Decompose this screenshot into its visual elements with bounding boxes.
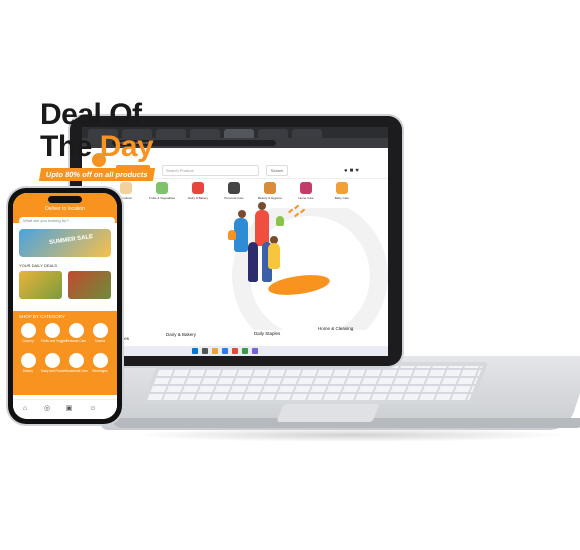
- phone-category-item[interactable]: Personal Care: [65, 323, 87, 343]
- decorative-dashes: [288, 204, 308, 220]
- laptop-trackpad: [276, 404, 380, 422]
- explore-icon[interactable]: ◎: [43, 405, 51, 413]
- browser-tab[interactable]: [156, 129, 186, 138]
- headline-deal-of: Deal Of: [40, 98, 142, 131]
- section-label[interactable]: Dairy & Bakery: [166, 332, 196, 337]
- phone-category-title: SHOP BY CATEGORY: [19, 314, 65, 319]
- laptop-keyboard: [141, 362, 489, 404]
- phone-deals-label: YOUR DAILY DEALS: [19, 263, 58, 268]
- cart-icon[interactable]: ▣: [65, 405, 73, 413]
- profile-icon[interactable]: ☺: [89, 405, 97, 413]
- deal-image[interactable]: [68, 271, 111, 299]
- taskbar-app-icon[interactable]: [222, 348, 228, 354]
- offer-badge[interactable]: Upto 80% off on all products: [38, 168, 155, 181]
- site-search-button[interactable]: Search: [266, 165, 288, 176]
- section-labels: Fruits & Vegetables Dairy & Bakery Daily…: [82, 326, 388, 346]
- phone-search-input[interactable]: What are you looking for?: [19, 217, 115, 225]
- deal-image[interactable]: [19, 271, 62, 299]
- site-search-input[interactable]: Search Product: [162, 165, 259, 176]
- section-label[interactable]: Daily Staples: [254, 331, 280, 336]
- header-icons: ●■♥: [344, 168, 374, 174]
- browser-tab[interactable]: [258, 129, 288, 138]
- category-item[interactable]: Home Care: [292, 182, 320, 200]
- taskbar-app-icon[interactable]: [202, 348, 208, 354]
- phone-screen: Deliver to location What are you looking…: [13, 193, 117, 419]
- phone-category-item[interactable]: Beverages: [89, 353, 111, 373]
- section-label[interactable]: Home & Cleaning: [318, 326, 353, 331]
- phone-category-item[interactable]: Snacks: [89, 323, 111, 343]
- home-icon[interactable]: ⌂: [21, 405, 29, 413]
- taskbar-app-icon[interactable]: [212, 348, 218, 354]
- taskbar-app-icon[interactable]: [232, 348, 238, 354]
- phone-category-item[interactable]: Grocery: [17, 323, 39, 343]
- browser-tab-active[interactable]: [224, 129, 254, 138]
- headline-the-day: The Day: [40, 130, 154, 163]
- phone-category-item[interactable]: Fruits and Veggies: [41, 323, 67, 343]
- os-taskbar: [82, 346, 388, 356]
- family-shopping-image: [228, 196, 284, 291]
- taskbar-app-icon[interactable]: [252, 348, 258, 354]
- laptop-shadow: [130, 428, 570, 442]
- start-icon[interactable]: [192, 348, 198, 354]
- phone-category-item[interactable]: Household Care: [65, 353, 88, 373]
- heart-icon[interactable]: ♥: [355, 168, 361, 174]
- phone-category-item[interactable]: Dairy and Frozen: [41, 353, 65, 373]
- category-item[interactable]: Baby Care: [328, 182, 356, 200]
- browser-tab[interactable]: [292, 129, 322, 138]
- category-item[interactable]: Dairy & Bakery: [184, 182, 212, 200]
- browser-tab[interactable]: [190, 129, 220, 138]
- phone-location-title[interactable]: Deliver to location: [13, 206, 117, 212]
- category-item[interactable]: Fruits & Vegetables: [148, 182, 176, 200]
- phone-notch: [48, 196, 82, 203]
- phone-category-item[interactable]: Bakery: [17, 353, 39, 373]
- phone-bottom-nav: ⌂ ◎ ▣ ☺: [13, 399, 117, 419]
- taskbar-app-icon[interactable]: [242, 348, 248, 354]
